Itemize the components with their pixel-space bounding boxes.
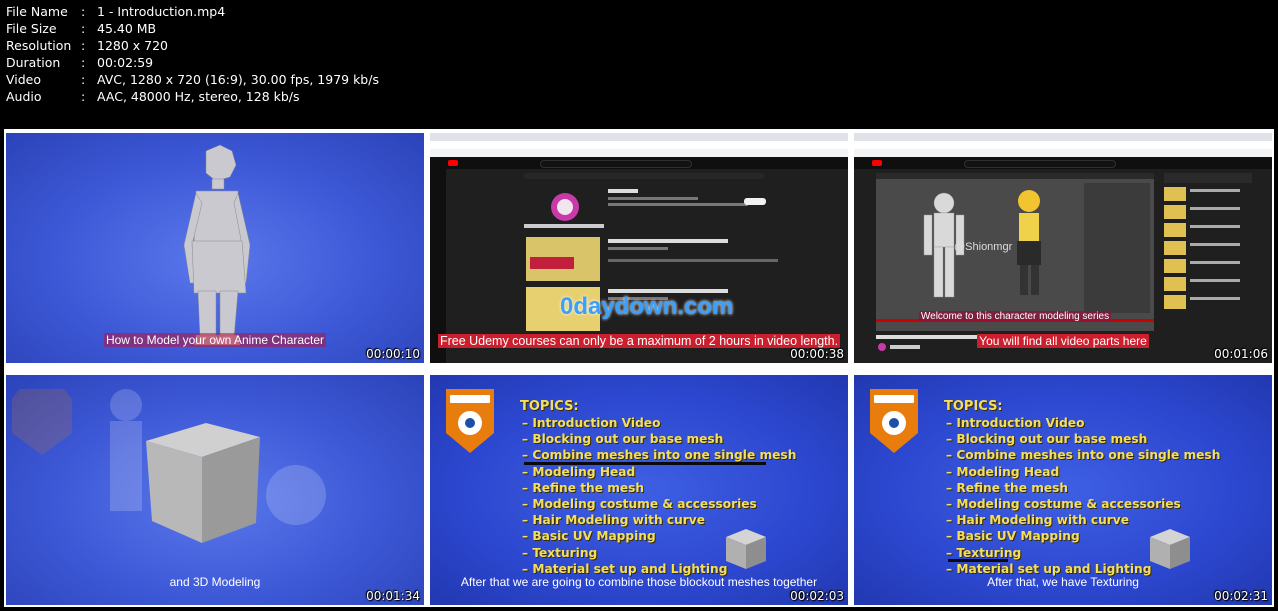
watermark: @Shionmgr	[954, 241, 1013, 253]
file-info-key: Duration	[6, 55, 61, 70]
file-info-value: 1280 x 720	[97, 38, 169, 53]
subtitle: You will find all video parts here	[854, 334, 1272, 348]
subtitle-text: Free Udemy courses can only be a maximum…	[437, 334, 841, 348]
topic-item: – Refine the mesh	[522, 480, 645, 495]
subtitle: and 3D Modeling	[6, 575, 424, 589]
file-info-key: Video	[6, 72, 42, 87]
file-info-row: File Name : 1 - Introduction.mp4	[6, 3, 379, 20]
file-info-value: 45.40 MB	[97, 21, 157, 36]
timestamp: 00:00:38	[790, 347, 844, 361]
youtube-logo-icon	[872, 160, 882, 166]
topic-item: – Combine meshes into one single mesh	[946, 448, 1221, 463]
browser-tab-bar	[430, 133, 848, 141]
file-info-sep: :	[81, 4, 86, 19]
file-info-sep: :	[81, 89, 86, 104]
file-info-sep: :	[81, 38, 86, 53]
file-info-key: Resolution	[6, 38, 72, 53]
cube-icon	[1150, 529, 1190, 569]
file-info-value: AAC, 48000 Hz, stereo, 128 kb/s	[97, 89, 300, 104]
topic-item: – Blocking out our base mesh	[522, 432, 724, 447]
browser-bookmarks-bar	[430, 149, 848, 157]
anime-character-figure	[183, 144, 251, 346]
topic-item: – Modeling Head	[946, 464, 1060, 479]
highlight-underline	[524, 462, 766, 465]
file-info-row: Video : AVC, 1280 x 720 (16:9), 30.00 fp…	[6, 71, 379, 88]
thumbnail-3[interactable]: @Shionmgr Welcome to this character mode…	[854, 133, 1272, 363]
file-info-row: Audio : AAC, 48000 Hz, stereo, 128 kb/s	[6, 88, 379, 105]
file-info-value: AVC, 1280 x 720 (16:9), 30.00 fps, 1979 …	[97, 72, 379, 87]
file-info-key: Audio	[6, 89, 42, 104]
file-info-value: 00:02:59	[97, 55, 154, 70]
timestamp: 00:01:34	[366, 589, 420, 603]
file-info-sep: :	[81, 21, 86, 36]
thumbnail-1[interactable]: How to Model your own Anime Character 00…	[6, 133, 424, 363]
browser-bookmarks-bar	[854, 149, 1272, 157]
subtitle-text: After that we are going to combine those…	[460, 575, 818, 589]
blender-logo-icon	[446, 389, 494, 453]
subtitle-text: How to Model your own Anime Character	[103, 333, 327, 347]
file-info-row: Duration : 00:02:59	[6, 54, 379, 71]
cube-icon	[146, 423, 260, 543]
youtube-header	[854, 157, 1272, 169]
topic-item: – Refine the mesh	[946, 480, 1069, 495]
file-info-sep: :	[81, 72, 86, 87]
topic-item: – Modeling costume & accessories	[522, 497, 757, 512]
blender-cube-scene	[12, 389, 326, 543]
topics-title: TOPICS:	[944, 399, 1003, 414]
watermark: 0daydown.com	[560, 293, 734, 320]
subtitle-top-text: Welcome to this character modeling serie…	[918, 311, 1112, 322]
topic-item: – Blocking out our base mesh	[946, 432, 1148, 447]
timestamp: 00:01:06	[1214, 347, 1268, 361]
topic-item: – Modeling costume & accessories	[946, 497, 1181, 512]
topic-item: – Introduction Video	[946, 416, 1085, 430]
file-info: File Name : 1 - Introduction.mp4 File Si…	[6, 3, 379, 105]
subtitle: How to Model your own Anime Character	[6, 333, 424, 347]
file-info-key: File Size	[6, 21, 57, 36]
blender-logo-icon	[870, 389, 918, 453]
topic-item: – Introduction Video	[522, 416, 661, 430]
timestamp: 00:00:10	[366, 347, 420, 361]
file-info-key: File Name	[6, 4, 68, 19]
thumbnail-6[interactable]: TOPICS: – Introduction Video – Blocking …	[854, 375, 1272, 605]
file-info-row: Resolution : 1280 x 720	[6, 37, 379, 54]
thumbnail-2[interactable]: 0daydown.com Free Udemy courses can only…	[430, 133, 848, 363]
file-info-value: 1 - Introduction.mp4	[97, 4, 226, 19]
subtitle-text: You will find all video parts here	[977, 334, 1149, 348]
timestamp: 00:02:31	[1214, 589, 1268, 603]
cube-icon	[726, 529, 766, 569]
subtitle-top: Welcome to this character modeling serie…	[854, 311, 1176, 322]
thumbnail-grid: How to Model your own Anime Character 00…	[4, 129, 1274, 607]
youtube-search-box	[540, 160, 692, 168]
file-info-sep: :	[81, 55, 86, 70]
topic-item: – Modeling Head	[522, 464, 636, 479]
subtitle: After that we are going to combine those…	[430, 575, 848, 589]
thumbnail-4[interactable]: and 3D Modeling 00:01:34	[6, 375, 424, 605]
file-info-row: File Size : 45.40 MB	[6, 20, 379, 37]
timestamp: 00:02:03	[790, 589, 844, 603]
youtube-header	[430, 157, 848, 169]
youtube-search-box	[964, 160, 1116, 168]
thumbnail-5[interactable]: TOPICS: – Introduction Video – Blocking …	[430, 375, 848, 605]
subtitle: After that, we have Texturing	[854, 575, 1272, 589]
browser-tab-bar	[854, 133, 1272, 141]
subtitle-text: and 3D Modeling	[169, 575, 261, 589]
highlight-underline	[948, 559, 1008, 562]
youtube-logo-icon	[448, 160, 458, 166]
subtitle-text: After that, we have Texturing	[987, 575, 1139, 589]
topics-title: TOPICS:	[520, 399, 579, 414]
subtitle: Free Udemy courses can only be a maximum…	[430, 334, 848, 348]
